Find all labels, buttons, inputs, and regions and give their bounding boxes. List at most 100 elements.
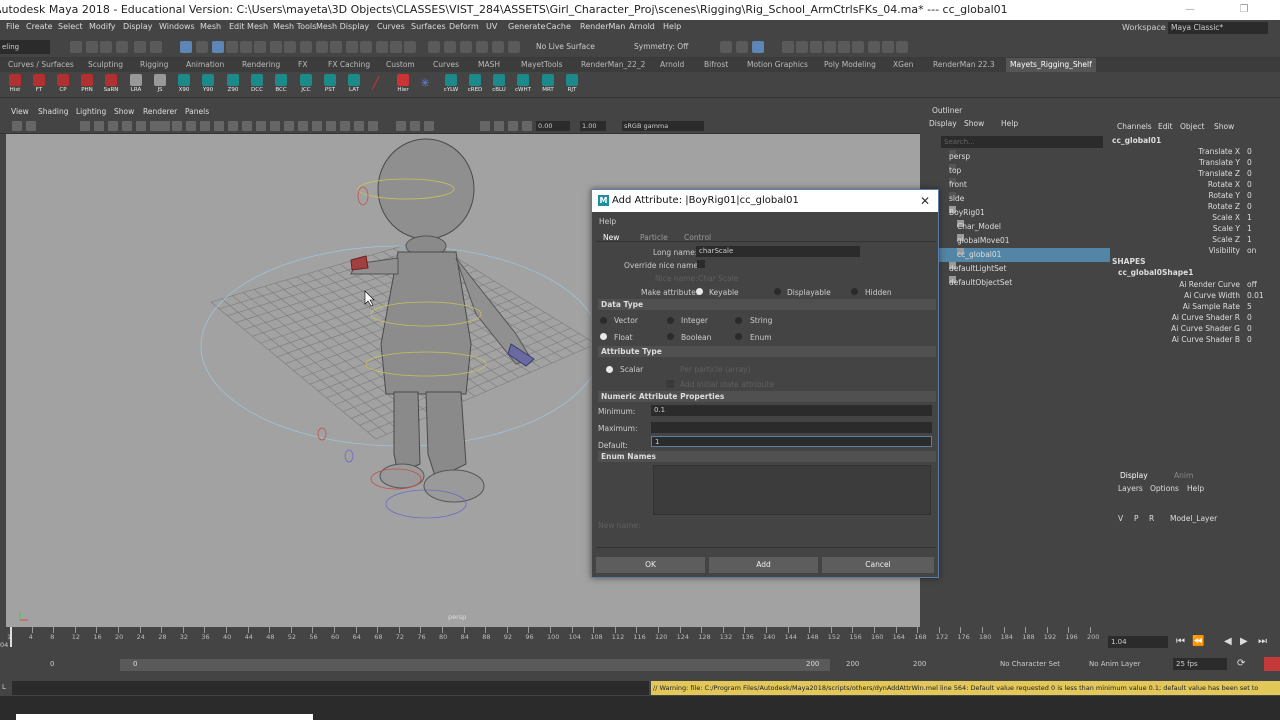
viewport-tool-icon[interactable] (200, 121, 210, 131)
step-back-icon[interactable]: ⏪ (1192, 636, 1204, 647)
menu-mesh[interactable]: Mesh (200, 22, 221, 31)
command-language-label[interactable]: L (2, 683, 6, 691)
layer-menu-layers[interactable]: Layers (1118, 484, 1143, 493)
channel-name[interactable]: Rotate Y (1110, 191, 1240, 200)
viewport-tool-icon[interactable] (494, 121, 504, 131)
channel-value[interactable]: 1 (1247, 213, 1252, 222)
shelf-button-cblu[interactable]: cBLU (490, 74, 508, 96)
shelf-tab-xgen[interactable]: XGen (893, 60, 913, 69)
maximize-button[interactable]: ❐ (1226, 0, 1262, 20)
status-tool-icon[interactable] (254, 41, 266, 53)
shelf-button-hier[interactable]: Hier (394, 74, 412, 96)
vector-radio[interactable] (600, 317, 607, 324)
status-tool-icon[interactable] (796, 41, 808, 53)
integer-radio[interactable] (667, 317, 674, 324)
shape-channel-name[interactable]: Ai Curve Width (1110, 291, 1240, 300)
menu-deform[interactable]: Deform (449, 22, 479, 31)
outliner-item[interactable]: cc_global01 (939, 248, 1114, 262)
channel-name[interactable]: Visibility (1110, 246, 1240, 255)
locator-icon[interactable]: ✳ (420, 76, 430, 90)
shape-channel-name[interactable]: Ai Render Curve (1110, 280, 1240, 289)
status-tool-icon[interactable] (150, 41, 162, 53)
outliner-item[interactable]: defaultLightSet (939, 262, 1114, 276)
channel-value[interactable]: 0 (1247, 191, 1252, 200)
scalar-radio[interactable] (606, 366, 613, 373)
add-button[interactable]: Add (709, 557, 818, 573)
menu-select[interactable]: Select (58, 22, 83, 31)
viewport-tool-icon[interactable] (298, 121, 308, 131)
status-tool-icon[interactable] (100, 41, 112, 53)
layer-name[interactable]: Model_Layer (1170, 514, 1217, 523)
shelf-button-cylw[interactable]: cYLW (442, 74, 460, 96)
maximum-field[interactable] (651, 422, 932, 433)
viewport-menu-show[interactable]: Show (114, 107, 134, 116)
menu-cache[interactable]: Cache (546, 22, 571, 31)
minimize-button[interactable]: — (1172, 0, 1208, 20)
viewport-tool-icon[interactable] (80, 121, 90, 131)
shelf-button-y90[interactable]: Y90 (199, 74, 217, 96)
menu-mesh-tools[interactable]: Mesh Tools (273, 22, 316, 31)
channel-menu-edit[interactable]: Edit (1158, 122, 1173, 131)
outliner-item[interactable]: top (939, 164, 1114, 178)
menu-help[interactable]: Help (663, 22, 681, 31)
viewport-tool-icon[interactable] (150, 121, 160, 131)
color-space-dropdown[interactable]: sRGB gamma (622, 121, 704, 131)
menu-create[interactable]: Create (26, 22, 53, 31)
outliner-menu-help[interactable]: Help (1001, 119, 1018, 128)
viewport-tool-icon[interactable] (424, 121, 434, 131)
viewport-tool-icon[interactable] (94, 121, 104, 131)
live-surface-field[interactable]: No Live Surface (536, 42, 595, 51)
status-tool-icon[interactable] (444, 41, 456, 53)
viewport-menu-renderer[interactable]: Renderer (143, 107, 177, 116)
menu-uv[interactable]: UV (486, 22, 497, 31)
viewport-tool-icon[interactable] (160, 121, 170, 131)
viewport-tool-icon[interactable] (26, 121, 36, 131)
anim-layer-dropdown[interactable]: No Anim Layer (1089, 660, 1140, 668)
menu-modify[interactable]: Modify (89, 22, 116, 31)
shape-channel-value[interactable]: off (1247, 280, 1257, 289)
viewport-tool-icon[interactable] (508, 121, 518, 131)
shelf-tab-curves[interactable]: Curves (433, 60, 459, 69)
viewport-tool-icon[interactable] (214, 121, 224, 131)
menu-mesh-display[interactable]: Mesh Display (316, 22, 369, 31)
channel-value[interactable]: 1 (1247, 224, 1252, 233)
layer-visible-toggle[interactable]: V (1118, 514, 1123, 523)
shelf-tab-fx[interactable]: FX (298, 60, 307, 69)
shape-channel-name[interactable]: Ai Sample Rate (1110, 302, 1240, 311)
shelf-button-cwht[interactable]: cWHT (514, 74, 532, 96)
status-tool-icon[interactable] (736, 41, 748, 53)
shelf-tab-arnold[interactable]: Arnold (660, 60, 684, 69)
shelf-tab-poly-modeling[interactable]: Poly Modeling (824, 60, 876, 69)
play-back-icon[interactable]: ◀ (1224, 636, 1232, 647)
shape-channel-name[interactable]: Ai Curve Shader B (1110, 335, 1240, 344)
outliner-item[interactable]: globalMove01 (939, 234, 1114, 248)
minimum-field[interactable]: 0.1 (651, 405, 932, 416)
float-radio[interactable] (600, 333, 607, 340)
keyable-radio[interactable] (696, 288, 703, 295)
status-tool-icon[interactable] (86, 41, 98, 53)
shape-channel-value[interactable]: 0 (1247, 313, 1252, 322)
shelf-tab-custom[interactable]: Custom (386, 60, 415, 69)
channel-value[interactable]: 0 (1247, 202, 1252, 211)
outliner-item[interactable]: persp (939, 150, 1114, 164)
shelf-button-hist[interactable]: Hist (6, 74, 24, 96)
workspace-dropdown[interactable]: Maya Classic* (1168, 22, 1268, 34)
command-input[interactable] (12, 681, 649, 695)
status-tool-icon[interactable] (838, 41, 850, 53)
shelf-tab-fx-caching[interactable]: FX Caching (328, 60, 370, 69)
layer-tab-anim[interactable]: Anim (1174, 471, 1193, 480)
viewport-tool-icon[interactable] (368, 121, 378, 131)
channel-name[interactable]: Translate Y (1110, 158, 1240, 167)
status-tool-icon[interactable] (896, 41, 908, 53)
status-tool-icon[interactable] (810, 41, 822, 53)
shelf-tab-mayets-rigging-shelf[interactable]: Mayets_Rigging_Shelf (1006, 58, 1096, 72)
shelf-tab-rigging[interactable]: Rigging (140, 60, 168, 69)
shelf-button-sarn[interactable]: SaRN (102, 74, 120, 96)
shelf-tab-sculpting[interactable]: Sculpting (88, 60, 123, 69)
close-icon[interactable]: ✕ (920, 190, 930, 212)
channel-name[interactable]: Translate X (1110, 147, 1240, 156)
outliner-menu-display[interactable]: Display (929, 119, 957, 128)
character-set-dropdown[interactable]: No Character Set (1000, 660, 1060, 668)
channel-value[interactable]: 1 (1247, 235, 1252, 244)
menu-file[interactable]: File (6, 22, 19, 31)
